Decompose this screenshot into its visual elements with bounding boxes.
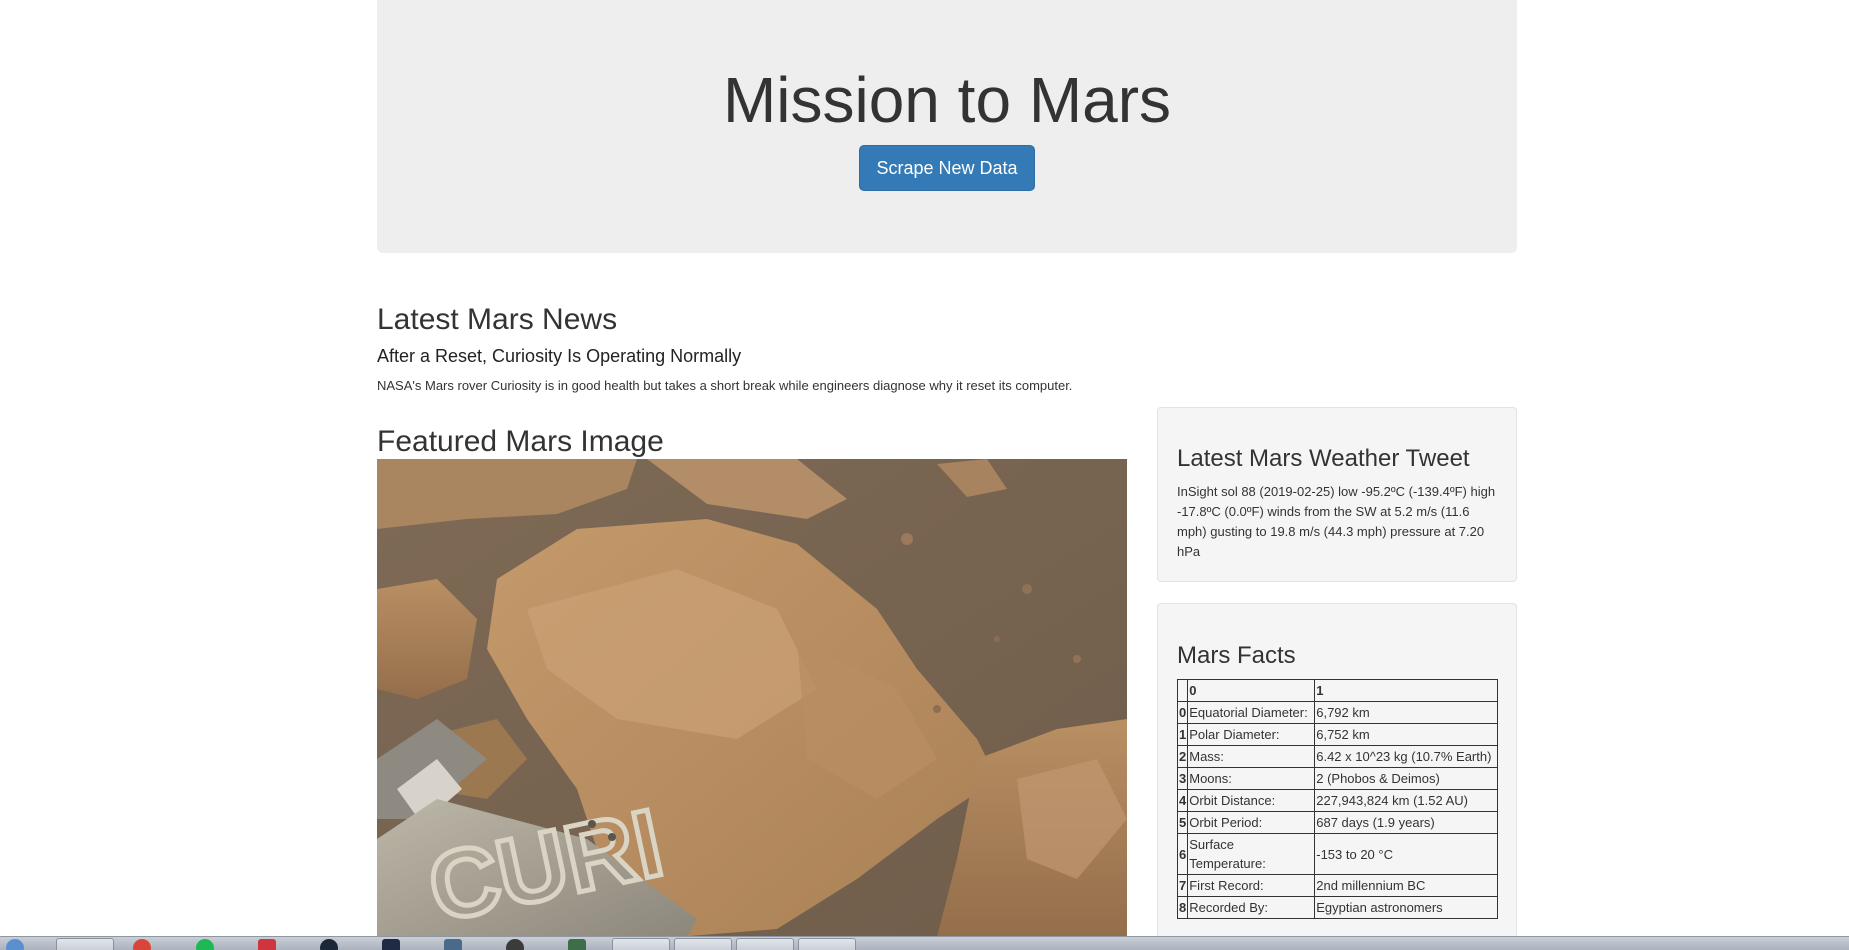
- os-taskbar: [0, 936, 1849, 950]
- row-index: 3: [1176, 767, 1189, 790]
- taskbar-chrome-window-icon[interactable]: [612, 938, 670, 950]
- row-index: 2: [1176, 745, 1189, 768]
- weather-panel: Latest Mars Weather Tweet InSight sol 88…: [1157, 407, 1517, 582]
- row-value: 687 days (1.9 years): [1314, 811, 1498, 834]
- weather-heading: Latest Mars Weather Tweet: [1177, 445, 1470, 472]
- featured-image-heading: Featured Mars Image: [377, 425, 664, 458]
- row-value: 2nd millennium BC: [1314, 874, 1498, 897]
- page: Mission to Mars Scrape New Data Latest M…: [0, 0, 1849, 950]
- table-header-col-1: 1: [1314, 679, 1498, 702]
- news-title: After a Reset, Curiosity Is Operating No…: [377, 346, 742, 366]
- row-value: -153 to 20 °C: [1314, 833, 1498, 875]
- jumbotron-header: Mission to Mars Scrape New Data: [377, 0, 1517, 253]
- taskbar-app3-icon[interactable]: [506, 939, 524, 950]
- row-index: 6: [1176, 833, 1189, 875]
- featured-mars-image: CURI: [377, 459, 1127, 937]
- row-label: Surface Temperature:: [1187, 833, 1316, 875]
- row-index: 0: [1176, 701, 1189, 724]
- row-value: Egyptian astronomers: [1314, 896, 1498, 919]
- row-index: 1: [1176, 723, 1189, 746]
- mars-rock-image: CURI: [377, 459, 1127, 937]
- row-label: Mass:: [1187, 745, 1316, 768]
- mars-facts-table: 0 1 0 Equatorial Diameter: 6,792 km 1 Po…: [1176, 679, 1498, 919]
- taskbar-terminal-icon[interactable]: [674, 938, 732, 950]
- taskbar-vscode-icon[interactable]: [382, 939, 400, 950]
- row-value: 227,943,824 km (1.52 AU): [1314, 789, 1498, 812]
- news-paragraph: NASA's Mars rover Curiosity is in good h…: [377, 378, 1073, 393]
- table-row: 8 Recorded By: Egyptian astronomers: [1176, 896, 1498, 919]
- taskbar-sublime-icon[interactable]: [798, 938, 856, 950]
- table-row: 3 Moons: 2 (Phobos & Deimos): [1176, 767, 1498, 790]
- table-row: 4 Orbit Distance: 227,943,824 km (1.52 A…: [1176, 789, 1498, 812]
- row-label: Orbit Period:: [1187, 811, 1316, 834]
- row-value: 2 (Phobos & Deimos): [1314, 767, 1498, 790]
- row-label: Moons:: [1187, 767, 1316, 790]
- table-header-row: 0 1: [1176, 679, 1498, 702]
- taskbar-file-explorer-icon[interactable]: [56, 938, 114, 950]
- row-label: Recorded By:: [1187, 896, 1316, 919]
- page-title: Mission to Mars: [722, 64, 1172, 136]
- row-index: 5: [1176, 811, 1189, 834]
- table-row: 0 Equatorial Diameter: 6,792 km: [1176, 701, 1498, 724]
- table-header-col-0: 0: [1187, 679, 1316, 702]
- weather-tweet-text: InSight sol 88 (2019-02-25) low -95.2ºC …: [1177, 484, 1496, 559]
- row-value: 6.42 x 10^23 kg (10.7% Earth): [1314, 745, 1498, 768]
- taskbar-chrome-icon[interactable]: [133, 939, 151, 950]
- table-row: 1 Polar Diameter: 6,752 km: [1176, 723, 1498, 746]
- row-index: 7: [1176, 874, 1189, 897]
- taskbar-app5-icon[interactable]: [736, 938, 794, 950]
- taskbar-app-icon[interactable]: [258, 939, 276, 950]
- table-row: 7 First Record: 2nd millennium BC: [1176, 874, 1498, 897]
- row-index: 8: [1176, 896, 1189, 919]
- row-value: 6,792 km: [1314, 701, 1498, 724]
- table-row: 6 Surface Temperature: -153 to 20 °C: [1176, 833, 1498, 875]
- row-label: Equatorial Diameter:: [1187, 701, 1316, 724]
- row-label: Polar Diameter:: [1187, 723, 1316, 746]
- row-label: Orbit Distance:: [1187, 789, 1316, 812]
- row-value: 6,752 km: [1314, 723, 1498, 746]
- start-button-icon[interactable]: [6, 939, 24, 950]
- facts-panel: Mars Facts 0 1 0 Equatorial Diameter: 6,…: [1157, 603, 1517, 950]
- taskbar-app2-icon[interactable]: [444, 939, 462, 950]
- taskbar-steam-icon[interactable]: [320, 939, 338, 950]
- news-section-heading: Latest Mars News: [377, 303, 618, 336]
- taskbar-spotify-icon[interactable]: [196, 939, 214, 950]
- scrape-new-data-button[interactable]: Scrape New Data: [859, 145, 1035, 191]
- row-index: 4: [1176, 789, 1189, 812]
- table-row: 2 Mass: 6.42 x 10^23 kg (10.7% Earth): [1176, 745, 1498, 768]
- table-row: 5 Orbit Period: 687 days (1.9 years): [1176, 811, 1498, 834]
- table-header-index: [1176, 679, 1189, 702]
- taskbar-app4-icon[interactable]: [568, 939, 586, 950]
- row-label: First Record:: [1187, 874, 1316, 897]
- facts-heading: Mars Facts: [1177, 642, 1296, 669]
